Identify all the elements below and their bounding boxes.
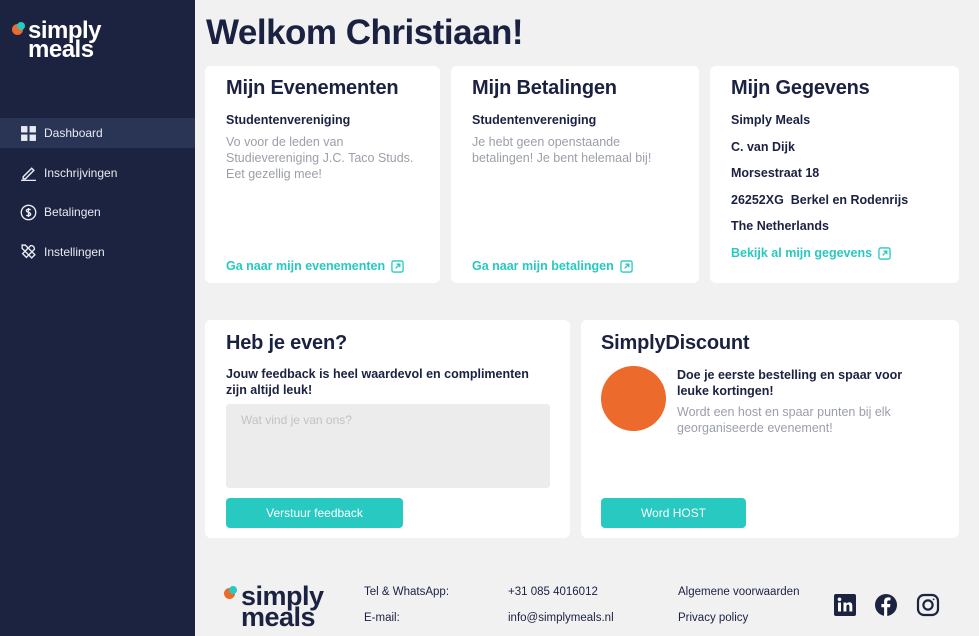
payments-link-label: Ga naar mijn betalingen (472, 259, 614, 273)
linkedin-icon[interactable] (833, 593, 857, 617)
send-feedback-button[interactable]: Verstuur feedback (226, 498, 403, 528)
footer-logo[interactable]: simply meals (224, 582, 324, 633)
details-country: The Netherlands (731, 219, 829, 233)
sidebar-item-betalingen[interactable]: Betalingen (0, 197, 195, 227)
sidebar-item-dashboard[interactable]: Dashboard (0, 118, 195, 148)
discount-text: Wordt een host en spaar punten bij elk g… (677, 405, 891, 435)
feedback-card: Heb je even? Jouw feedback is heel waard… (205, 320, 570, 538)
details-name: C. van Dijk (731, 140, 795, 154)
events-card-text: Vo voor de leden van Studievereniging J.… (226, 135, 414, 181)
discount-circle-graphic (601, 366, 666, 431)
footer-email-value[interactable]: info@simplymeals.nl (508, 612, 614, 624)
details-card-title: Mijn Gegevens (731, 77, 870, 99)
payments-link[interactable]: Ga naar mijn betalingen (472, 259, 633, 273)
events-link-label: Ga naar mijn evenementen (226, 259, 386, 273)
details-link[interactable]: Bekijk al mijn gegevens (731, 246, 891, 260)
events-card: Mijn Evenementen Studentenvereniging Vo … (205, 66, 440, 283)
logo-mark-icon (12, 22, 26, 36)
sidebar-item-inschrijvingen[interactable]: Inschrijvingen (0, 158, 195, 188)
sidebar-item-label: Inschrijvingen (44, 165, 118, 180)
sidebar-logo[interactable]: simply meals (12, 19, 102, 63)
logo-mark-icon (224, 586, 238, 600)
discount-headline: Doe je eerste bestelling en spaar voor l… (677, 368, 903, 398)
sidebar: simply meals Dashboard Inschrijvingen Be… (0, 0, 195, 636)
details-company: Simply Meals (731, 113, 811, 127)
sidebar-item-instellingen[interactable]: Instellingen (0, 237, 195, 267)
payments-card: Mijn Betalingen Studentenvereniging Je h… (451, 66, 699, 283)
feedback-question: Jouw feedback is heel waardevol en compl… (226, 367, 529, 397)
footer-terms-link[interactable]: Algemene voorwaarden (678, 586, 799, 598)
instagram-icon[interactable] (916, 593, 940, 617)
pencil-icon (21, 167, 36, 181)
facebook-icon[interactable] (874, 593, 898, 617)
word-host-button[interactable]: Word HOST (601, 498, 746, 528)
footer-email-label: E-mail: (364, 612, 400, 624)
discount-card: SimplyDiscount Doe je eerste bestelling … (581, 320, 959, 538)
details-postal-city: 26252XG Berkel en Rodenrijs (731, 193, 909, 207)
feedback-textarea[interactable]: Wat vind je van ons? (226, 404, 550, 488)
logo-text-line2: meals (241, 602, 316, 633)
page-title: Welkom Christiaan! (206, 13, 524, 52)
sidebar-nav: Dashboard Inschrijvingen Betalingen Inst… (0, 118, 195, 276)
feedback-card-title: Heb je even? (226, 332, 347, 354)
discount-card-title: SimplyDiscount (601, 332, 750, 354)
external-link-icon (878, 246, 891, 260)
payments-card-title: Mijn Betalingen (472, 77, 617, 99)
events-card-subtitle: Studentenvereniging (226, 113, 351, 127)
sidebar-item-label: Dashboard (44, 126, 103, 140)
details-street: Morsestraat 18 (731, 166, 820, 180)
details-card: Mijn Gegevens Simply Meals C. van Dijk M… (710, 66, 959, 283)
logo-text-line2: meals (28, 35, 94, 63)
payments-card-subtitle: Studentenvereniging (472, 113, 597, 127)
footer-tel-value[interactable]: +31 085 4016012 (508, 586, 598, 598)
events-link[interactable]: Ga naar mijn evenementen (226, 259, 404, 273)
external-link-icon (391, 259, 404, 273)
footer-privacy-link[interactable]: Privacy policy (678, 612, 748, 624)
sidebar-item-label: Instellingen (44, 244, 105, 259)
events-card-title: Mijn Evenementen (226, 77, 399, 99)
dollar-circle-icon (20, 204, 37, 220)
details-link-label: Bekijk al mijn gegevens (731, 246, 873, 260)
grid-icon (21, 125, 36, 141)
footer-tel-label: Tel & WhatsApp: (364, 586, 450, 598)
payments-card-text: Je hebt geen openstaande betalingen! Je … (472, 135, 652, 165)
sidebar-item-label: Betalingen (44, 205, 101, 219)
external-link-icon (619, 259, 633, 273)
tools-icon (21, 244, 36, 259)
